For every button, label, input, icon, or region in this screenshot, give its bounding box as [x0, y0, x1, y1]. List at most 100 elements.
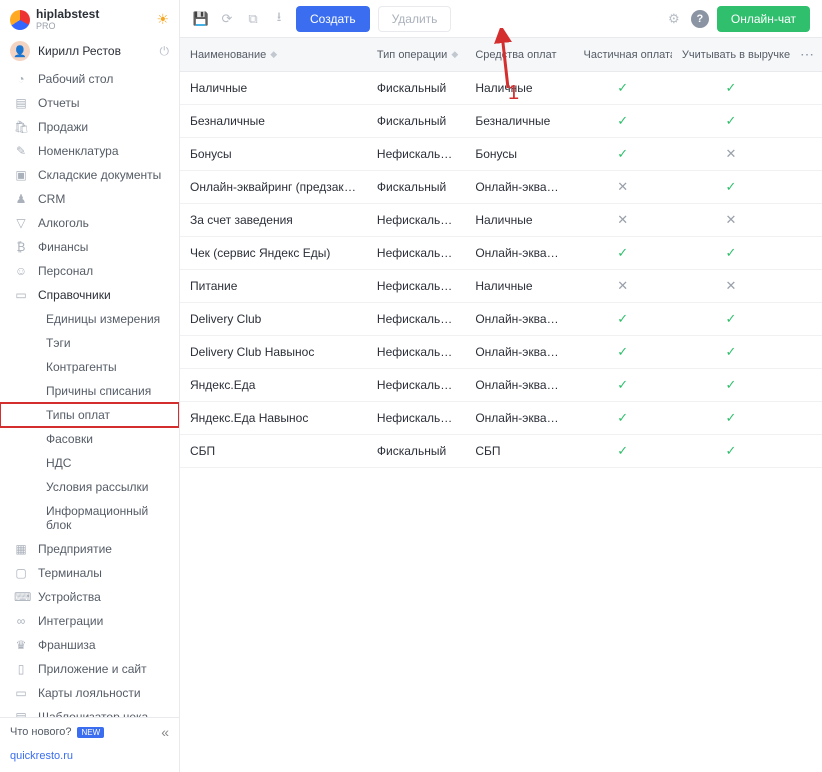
nav-devices[interactable]: ⌨Устройства	[0, 585, 179, 609]
nav-crm[interactable]: ♟CRM	[0, 187, 179, 211]
col-partial-label: Частичная оплата	[584, 49, 672, 61]
x-icon: ✕	[617, 212, 628, 227]
delete-button[interactable]: Удалить	[378, 6, 452, 32]
table-row[interactable]: ПитаниеНефискальныйНаличные✕✕	[180, 270, 822, 303]
sub-contragents[interactable]: Контрагенты	[0, 355, 179, 379]
org-name: hiplabstest	[36, 8, 150, 21]
table-row[interactable]: НаличныеФискальныйНаличные✓✓	[180, 72, 822, 105]
nav-sales[interactable]: 🛍Продажи	[0, 115, 179, 139]
sub-infoblock[interactable]: Информационный блок	[0, 499, 179, 537]
table-row[interactable]: За счет заведенияНефискальныйНаличные✕✕	[180, 204, 822, 237]
table-row[interactable]: Delivery ClubНефискальныйОнлайн-эквайрин…	[180, 303, 822, 336]
phone-icon: ▯	[14, 662, 28, 676]
cell-revenue: ✕	[672, 204, 790, 236]
table-row[interactable]: Delivery Club НавыносНефискальныйОнлайн-…	[180, 336, 822, 369]
tag-icon: ✎	[14, 144, 28, 158]
col-means[interactable]: Средства оплат	[465, 41, 573, 69]
table-row[interactable]: Яндекс.ЕдаНефискальныйОнлайн-эквайринг…✓…	[180, 369, 822, 402]
nav-franchise[interactable]: ♛Франшиза	[0, 633, 179, 657]
col-more[interactable]: ⋯	[790, 38, 822, 71]
col-name-label: Наименование	[190, 49, 266, 61]
sun-icon[interactable]: ☀	[156, 11, 169, 28]
nav-finance[interactable]: ₿ Финансы	[0, 235, 179, 259]
nav-nomenclature[interactable]: ✎ Номенклатура	[0, 139, 179, 163]
cell-revenue: ✓	[672, 105, 790, 137]
nav-label: Номенклатура	[38, 144, 119, 158]
receipt-icon: ▤	[14, 710, 28, 717]
settings-sliders-icon[interactable]: ⚙	[665, 11, 683, 27]
download-icon[interactable]: ⭳	[270, 8, 288, 30]
cell-partial: ✓	[574, 402, 672, 434]
nav-app-site[interactable]: ▯ Приложение и сайт	[0, 657, 179, 681]
table-row[interactable]: Чек (сервис Яндекс Еды)НефискальныйОнлай…	[180, 237, 822, 270]
table-row[interactable]: БонусыНефискальныйБонусы✓✕	[180, 138, 822, 171]
sub-packaging[interactable]: Фасовки	[0, 427, 179, 451]
sub-vat[interactable]: НДС	[0, 451, 179, 475]
nav-reports[interactable]: ▤Отчеты	[0, 91, 179, 115]
sub-writeoff[interactable]: Причины списания	[0, 379, 179, 403]
nav-label: CRM	[38, 192, 65, 206]
sub-units[interactable]: Единицы измерения	[0, 307, 179, 331]
table-row[interactable]: СБПФискальныйСБП✓✓	[180, 435, 822, 468]
building-icon: ▦	[14, 542, 28, 556]
power-icon[interactable]: ⏻	[160, 44, 170, 59]
cell-name: Онлайн-эквайринг (предзаказы)	[180, 172, 367, 202]
cell-revenue: ✓	[672, 336, 790, 368]
collapse-icon[interactable]: «	[161, 724, 169, 740]
sidebar-footer[interactable]: Что нового? NEW «	[0, 717, 179, 746]
col-name[interactable]: Наименование◆	[180, 41, 367, 69]
cell-partial: ✕	[574, 204, 672, 236]
gauge-icon: ◔	[14, 72, 28, 86]
copy-icon[interactable]: ⧉	[244, 11, 262, 27]
nav-staff[interactable]: ☺Персонал	[0, 259, 179, 283]
save-icon[interactable]: 💾	[192, 11, 210, 27]
nav-loyalty[interactable]: ▭Карты лояльности	[0, 681, 179, 705]
sub-mailing[interactable]: Условия рассылки	[0, 475, 179, 499]
avatar: 👤	[10, 41, 30, 61]
nav-terminals[interactable]: ▢Терминалы	[0, 561, 179, 585]
nav-dashboard[interactable]: ◔Рабочий стол	[0, 67, 179, 91]
check-icon: ✓	[726, 113, 737, 128]
sub-tags[interactable]: Тэги	[0, 331, 179, 355]
refresh-icon[interactable]: ⟳	[218, 11, 236, 27]
nav-label: Финансы	[38, 240, 88, 254]
table-row[interactable]: БезналичныеФискальныйБезналичные✓✓	[180, 105, 822, 138]
card-icon: ▭	[14, 686, 28, 700]
cell-means: Онлайн-эквайринг…	[465, 304, 573, 334]
nav-label: Приложение и сайт	[38, 662, 147, 676]
nav-receipt-template[interactable]: ▤Шаблонизатор чека	[0, 705, 179, 717]
nav-label: Алкоголь	[38, 216, 89, 230]
col-op[interactable]: Тип операции◆	[367, 41, 465, 69]
cell-name: Безналичные	[180, 106, 367, 136]
check-icon: ✓	[617, 113, 628, 128]
chat-button[interactable]: Онлайн-чат	[717, 6, 810, 32]
user-row[interactable]: 👤 Кирилл Рестов ⏻	[0, 35, 179, 67]
x-icon: ✕	[726, 212, 737, 227]
cell-revenue: ✓	[672, 303, 790, 335]
money-icon: ₿	[14, 240, 28, 254]
nav-alcohol[interactable]: ▽Алкоголь	[0, 211, 179, 235]
cell-means: Безналичные	[465, 106, 573, 136]
nav-label: Продажи	[38, 120, 88, 134]
cell-revenue: ✕	[672, 138, 790, 170]
sub-payment-types[interactable]: Типы оплат	[0, 403, 179, 427]
table-row[interactable]: Яндекс.Еда НавыносНефискальныйОнлайн-экв…	[180, 402, 822, 435]
cell-op: Нефискальный	[367, 139, 465, 169]
create-button[interactable]: Создать	[296, 6, 370, 32]
terminal-icon: ▢	[14, 566, 28, 580]
user-name: Кирилл Рестов	[38, 44, 152, 58]
nav-directories[interactable]: ▭Справочники	[0, 283, 179, 307]
col-means-label: Средства оплат	[475, 49, 556, 61]
nav-integrations[interactable]: ∞Интеграции	[0, 609, 179, 633]
table-row[interactable]: Онлайн-эквайринг (предзаказы)ФискальныйО…	[180, 171, 822, 204]
col-revenue[interactable]: Учитывать в выручке◆	[672, 41, 790, 69]
nav-warehouse[interactable]: ▣Складские документы	[0, 163, 179, 187]
nav-enterprise[interactable]: ▦Предприятие	[0, 537, 179, 561]
col-partial[interactable]: Частичная оплата◆	[574, 41, 672, 69]
cell-partial: ✕	[574, 270, 672, 302]
help-icon[interactable]: ?	[691, 10, 709, 28]
footer-link[interactable]: quickresto.ru	[0, 746, 179, 772]
cell-name: Питание	[180, 271, 367, 301]
check-icon: ✓	[726, 443, 737, 458]
cell-partial: ✓	[574, 72, 672, 104]
